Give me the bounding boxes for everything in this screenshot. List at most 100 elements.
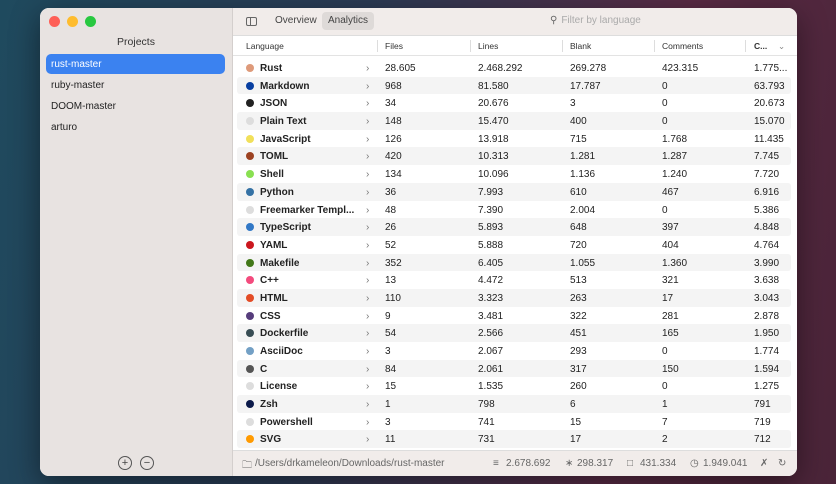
col-lines[interactable]: Lines (478, 41, 498, 51)
code-value: 4.848 (754, 222, 780, 234)
col-blank[interactable]: Blank (570, 41, 591, 51)
minimize-window-button[interactable] (67, 16, 78, 27)
col-language[interactable]: Language (246, 41, 284, 51)
comments-value: 1.287 (662, 151, 688, 163)
expand-chevron-icon[interactable]: › (366, 346, 369, 357)
tools-icon[interactable]: ✗ (760, 458, 768, 469)
language-name: Powershell (260, 416, 313, 428)
expand-chevron-icon[interactable]: › (366, 98, 369, 109)
files-value: 134 (385, 169, 402, 181)
blank-value: 293 (570, 346, 587, 357)
table-row[interactable]: JavaScript › 126 13.918 715 1.768 11.435 (237, 130, 791, 148)
expand-chevron-icon[interactable]: › (366, 240, 369, 251)
lines-value: 798 (478, 399, 495, 411)
add-project-button[interactable]: + (118, 456, 132, 470)
expand-chevron-icon[interactable]: › (366, 434, 369, 445)
expand-chevron-icon[interactable]: › (366, 63, 369, 74)
lines-value: 10.313 (478, 151, 509, 163)
files-value: 48 (385, 204, 397, 216)
files-value: 54 (385, 328, 397, 340)
expand-chevron-icon[interactable]: › (366, 311, 369, 322)
blank-value: 3 (570, 98, 576, 110)
expand-chevron-icon[interactable]: › (366, 258, 369, 269)
table-row[interactable]: AsciiDoc › 3 2.067 293 0 1.774 (237, 342, 791, 360)
language-name: Plain Text (260, 116, 307, 128)
comments-value: 7 (662, 416, 668, 428)
table-row[interactable]: HTML › 110 3.323 263 17 3.043 (237, 288, 791, 307)
project-rust-master[interactable]: rust-master (46, 54, 225, 74)
expand-chevron-icon[interactable]: › (366, 275, 369, 286)
col-code[interactable]: C... (754, 41, 767, 51)
table-row[interactable]: Makefile › 352 6.405 1.055 1.360 3.990 (237, 253, 791, 272)
language-color-dot (246, 435, 254, 444)
code-value: 5.386 (754, 204, 780, 216)
table-row[interactable]: TypeScript › 26 5.893 648 397 4.848 (237, 218, 791, 236)
language-color-dot (246, 293, 254, 302)
table-row[interactable]: Rust › 28.605 2.468.292 269.278 423.315 1.775.… (237, 59, 791, 77)
expand-chevron-icon[interactable]: › (366, 187, 369, 198)
table-row[interactable]: SVG › 11 731 17 2 712 (237, 430, 791, 449)
lines-value: 5.888 (478, 239, 504, 251)
expand-chevron-icon[interactable]: › (366, 381, 369, 392)
project-arturo[interactable]: arturo (46, 117, 225, 137)
filter-search[interactable]: ⚲ Filter by language (550, 13, 790, 29)
expand-chevron-icon[interactable]: › (366, 417, 369, 428)
code-value: 712 (754, 434, 771, 446)
expand-chevron-icon[interactable]: › (366, 364, 369, 375)
comments-value: 0 (662, 116, 668, 128)
table-row[interactable]: CSS › 9 3.481 322 281 2.878 (237, 307, 791, 325)
expand-chevron-icon[interactable]: › (366, 116, 369, 127)
blank-value: 1.281 (570, 151, 596, 163)
language-color-dot (246, 400, 254, 409)
expand-chevron-icon[interactable]: › (366, 222, 369, 233)
remove-project-button[interactable]: − (140, 456, 154, 470)
expand-chevron-icon[interactable]: › (366, 328, 369, 339)
col-files[interactable]: Files (385, 41, 403, 51)
table-row[interactable]: JSON › 34 20.676 3 0 20.673 (237, 94, 791, 112)
col-comments[interactable]: Comments (662, 41, 703, 51)
comments-value: 0 (662, 204, 668, 216)
language-name: Python (260, 186, 294, 198)
table-row[interactable]: Freemarker Templ... › 48 7.390 2.004 0 5.386 (237, 201, 791, 219)
blank-value: 513 (570, 275, 587, 287)
zoom-window-button[interactable] (85, 16, 96, 27)
comments-value: 150 (662, 363, 679, 375)
close-window-button[interactable] (49, 16, 60, 27)
expand-chevron-icon[interactable]: › (366, 169, 369, 180)
expand-chevron-icon[interactable]: › (366, 134, 369, 145)
table-row[interactable]: Python › 36 7.993 610 467 6.916 (237, 182, 791, 201)
table-row[interactable]: Shell › 134 10.096 1.136 1.240 7.720 (237, 165, 791, 183)
expand-chevron-icon[interactable]: › (366, 81, 369, 92)
language-color-dot (246, 347, 254, 355)
table-row[interactable]: YAML › 52 5.888 720 404 4.764 (237, 236, 791, 254)
table-row[interactable]: Zsh › 1 798 6 1 791 (237, 395, 791, 413)
project-ruby-master[interactable]: ruby-master (46, 75, 225, 95)
tab-analytics[interactable]: Analytics (322, 12, 375, 30)
table-row[interactable]: C › 84 2.061 317 150 1.594 (237, 359, 791, 378)
blank-value: 6 (570, 399, 576, 411)
expand-chevron-icon[interactable]: › (366, 293, 369, 304)
app-window: Projects rust-master ruby-master DOOM-ma… (40, 8, 797, 476)
table-row[interactable]: Powershell › 3 741 15 7 719 (237, 413, 791, 431)
code-icon: ◷ (690, 458, 699, 469)
expand-chevron-icon[interactable]: › (366, 151, 369, 162)
tab-overview[interactable]: Overview (269, 12, 323, 30)
sidebar-toggle-icon[interactable] (246, 17, 257, 26)
table-row[interactable]: Plain Text › 148 15.470 400 0 15.070 (237, 112, 791, 130)
table-row[interactable]: License › 15 1.535 260 0 1.275 (237, 377, 791, 395)
table-row[interactable]: C++ › 13 4.472 513 321 3.638 (237, 271, 791, 289)
code-value: 15.070 (754, 116, 785, 128)
refresh-icon[interactable]: ↻ (778, 458, 786, 469)
language-name: Markdown (260, 80, 310, 92)
table-row[interactable]: Dockerfile › 54 2.566 451 165 1.950 (237, 324, 791, 342)
language-color-dot (246, 205, 254, 214)
blank-value: 715 (570, 133, 587, 145)
language-name: C++ (260, 275, 279, 287)
project-doom-master[interactable]: DOOM-master (46, 96, 225, 116)
table-row[interactable]: TOML › 420 10.313 1.281 1.287 7.745 (237, 147, 791, 166)
expand-chevron-icon[interactable]: › (366, 205, 369, 216)
sort-chevron-icon[interactable]: ⌄ (778, 41, 785, 52)
lines-value: 2.067 (478, 346, 504, 357)
expand-chevron-icon[interactable]: › (366, 399, 369, 410)
table-row[interactable]: Markdown › 968 81.580 17.787 0 63.793 (237, 76, 791, 95)
